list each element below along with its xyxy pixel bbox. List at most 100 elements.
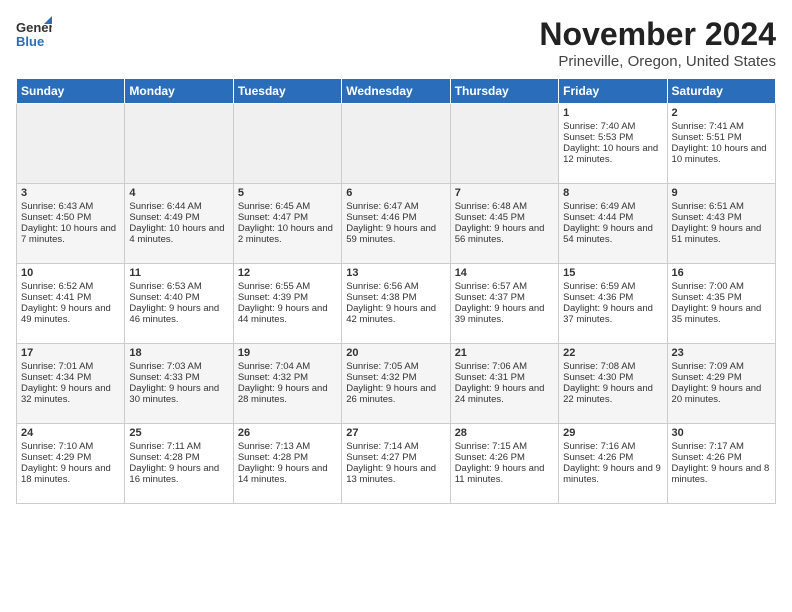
day-info-line: Daylight: 9 hours and 22 minutes. <box>563 383 662 405</box>
day-info-line: Daylight: 9 hours and 16 minutes. <box>129 463 228 485</box>
day-info-line: Daylight: 9 hours and 18 minutes. <box>21 463 120 485</box>
day-info-line: Sunrise: 7:06 AM <box>455 361 554 372</box>
day-info-line: Sunrise: 7:03 AM <box>129 361 228 372</box>
day-info-line: Sunrise: 7:14 AM <box>346 441 445 452</box>
calendar-cell: 3Sunrise: 6:43 AMSunset: 4:50 PMDaylight… <box>17 184 125 264</box>
day-info-line: Daylight: 9 hours and 30 minutes. <box>129 383 228 405</box>
day-info-line: Sunset: 4:31 PM <box>455 372 554 383</box>
day-info-line: Sunset: 4:43 PM <box>672 212 771 223</box>
day-info-line: Daylight: 9 hours and 35 minutes. <box>672 303 771 325</box>
day-number: 7 <box>455 187 554 199</box>
day-info-line: Sunrise: 7:10 AM <box>21 441 120 452</box>
calendar-cell <box>450 104 558 184</box>
day-info-line: Daylight: 9 hours and 26 minutes. <box>346 383 445 405</box>
calendar-cell: 1Sunrise: 7:40 AMSunset: 5:53 PMDaylight… <box>559 104 667 184</box>
day-info-line: Daylight: 9 hours and 20 minutes. <box>672 383 771 405</box>
day-number: 6 <box>346 187 445 199</box>
day-info-line: Sunrise: 7:08 AM <box>563 361 662 372</box>
calendar-cell <box>342 104 450 184</box>
day-info-line: Sunrise: 6:47 AM <box>346 201 445 212</box>
day-info-line: Sunset: 5:51 PM <box>672 132 771 143</box>
day-info-line: Daylight: 9 hours and 11 minutes. <box>455 463 554 485</box>
day-info-line: Sunset: 4:32 PM <box>238 372 337 383</box>
day-info-line: Daylight: 9 hours and 32 minutes. <box>21 383 120 405</box>
day-number: 5 <box>238 187 337 199</box>
calendar-cell: 18 Sunrise: 7:03 AMSunset: 4:33 PMDayligh… <box>125 344 233 424</box>
day-number: 2 <box>672 107 771 119</box>
day-info-line: Daylight: 9 hours and 39 minutes. <box>455 303 554 325</box>
day-info-line: Sunset: 4:40 PM <box>129 292 228 303</box>
day-info-line: Daylight: 9 hours and 14 minutes. <box>238 463 337 485</box>
day-info-line: Daylight: 9 hours and 24 minutes. <box>455 383 554 405</box>
calendar-cell: 15 Sunrise: 6:59 AMSunset: 4:36 PMDayligh… <box>559 264 667 344</box>
day-info-line: Daylight: 9 hours and 42 minutes. <box>346 303 445 325</box>
day-info-line: Sunset: 4:33 PM <box>129 372 228 383</box>
day-info-line: Sunset: 4:49 PM <box>129 212 228 223</box>
day-info-line: Daylight: 9 hours and 46 minutes. <box>129 303 228 325</box>
calendar-cell: 29Sunrise: 7:16 AMSunset: 4:26 PMDayligh… <box>559 424 667 504</box>
day-info-line: Sunrise: 7:01 AM <box>21 361 120 372</box>
day-number: 10 <box>21 267 120 279</box>
day-info-line: Sunrise: 6:57 AM <box>455 281 554 292</box>
calendar-cell: 22Sunrise: 7:08 AMSunset: 4:30 PMDayligh… <box>559 344 667 424</box>
calendar-cell: 20Sunrise: 7:05 AMSunset: 4:32 PMDayligh… <box>342 344 450 424</box>
day-number: 8 <box>563 187 662 199</box>
calendar-header: SundayMondayTuesdayWednesdayThursdayFrid… <box>17 79 776 104</box>
day-info-line: Daylight: 10 hours and 12 minutes. <box>563 143 662 165</box>
day-number: 26 <box>238 427 337 439</box>
day-info-line: Sunset: 5:53 PM <box>563 132 662 143</box>
weekday-header-monday: Monday <box>125 79 233 104</box>
day-info-line: Daylight: 9 hours and 49 minutes. <box>21 303 120 325</box>
day-info-line: Daylight: 9 hours and 9 minutes. <box>563 463 662 485</box>
calendar-week-2: 3Sunrise: 6:43 AMSunset: 4:50 PMDaylight… <box>17 184 776 264</box>
calendar-cell: 6Sunrise: 6:47 AMSunset: 4:46 PMDaylight… <box>342 184 450 264</box>
day-number: 16 <box>672 267 771 279</box>
weekday-header-tuesday: Tuesday <box>233 79 341 104</box>
day-info-line: Sunrise: 7:04 AM <box>238 361 337 372</box>
calendar-cell: 19Sunrise: 7:04 AMSunset: 4:32 PMDayligh… <box>233 344 341 424</box>
logo-icon: General Blue <box>16 16 52 52</box>
calendar-cell: 23 Sunrise: 7:09 AMSunset: 4:29 PMDayligh… <box>667 344 775 424</box>
day-number: 18 <box>129 347 228 359</box>
calendar-week-3: 10Sunrise: 6:52 AMSunset: 4:41 PMDayligh… <box>17 264 776 344</box>
calendar-cell <box>17 104 125 184</box>
day-info-line: Sunrise: 7:17 AM <box>672 441 771 452</box>
weekday-header-saturday: Saturday <box>667 79 775 104</box>
day-number: 23 <box>672 347 771 359</box>
day-info-line: Sunset: 4:46 PM <box>346 212 445 223</box>
day-info-line: Sunrise: 6:43 AM <box>21 201 120 212</box>
calendar-week-4: 17Sunrise: 7:01 AMSunset: 4:34 PMDayligh… <box>17 344 776 424</box>
day-info-line: Sunset: 4:29 PM <box>672 372 771 383</box>
calendar-week-5: 24Sunrise: 7:10 AMSunset: 4:29 PMDayligh… <box>17 424 776 504</box>
weekday-header-friday: Friday <box>559 79 667 104</box>
day-info-line: Sunset: 4:28 PM <box>129 452 228 463</box>
day-number: 28 <box>455 427 554 439</box>
day-info-line: Sunset: 4:41 PM <box>21 292 120 303</box>
day-number: 27 <box>346 427 445 439</box>
day-info-line: Daylight: 9 hours and 37 minutes. <box>563 303 662 325</box>
day-number: 14 <box>455 267 554 279</box>
day-info-line: Sunrise: 6:44 AM <box>129 201 228 212</box>
day-info-line: Sunrise: 7:09 AM <box>672 361 771 372</box>
day-info-line: Daylight: 10 hours and 7 minutes. <box>21 223 120 245</box>
day-info-line: Sunrise: 6:59 AM <box>563 281 662 292</box>
day-info-line: Daylight: 9 hours and 13 minutes. <box>346 463 445 485</box>
day-number: 11 <box>129 267 228 279</box>
day-info-line: Sunrise: 6:56 AM <box>346 281 445 292</box>
day-info-line: Sunrise: 6:52 AM <box>21 281 120 292</box>
day-info-line: Sunset: 4:36 PM <box>563 292 662 303</box>
day-number: 15 <box>563 267 662 279</box>
title-area: November 2024 Prineville, Oregon, United… <box>539 16 776 70</box>
day-number: 25 <box>129 427 228 439</box>
day-info-line: Sunrise: 7:13 AM <box>238 441 337 452</box>
calendar-cell: 4Sunrise: 6:44 AMSunset: 4:49 PMDaylight… <box>125 184 233 264</box>
day-info-line: Sunrise: 6:55 AM <box>238 281 337 292</box>
calendar-cell: 16Sunrise: 7:00 AMSunset: 4:35 PMDayligh… <box>667 264 775 344</box>
calendar-cell: 28Sunrise: 7:15 AMSunset: 4:26 PMDayligh… <box>450 424 558 504</box>
day-info-line: Daylight: 9 hours and 54 minutes. <box>563 223 662 245</box>
calendar-cell: 14Sunrise: 6:57 AMSunset: 4:37 PMDayligh… <box>450 264 558 344</box>
day-number: 17 <box>21 347 120 359</box>
calendar-cell: 11Sunrise: 6:53 AMSunset: 4:40 PMDayligh… <box>125 264 233 344</box>
day-info-line: Sunset: 4:27 PM <box>346 452 445 463</box>
day-number: 30 <box>672 427 771 439</box>
